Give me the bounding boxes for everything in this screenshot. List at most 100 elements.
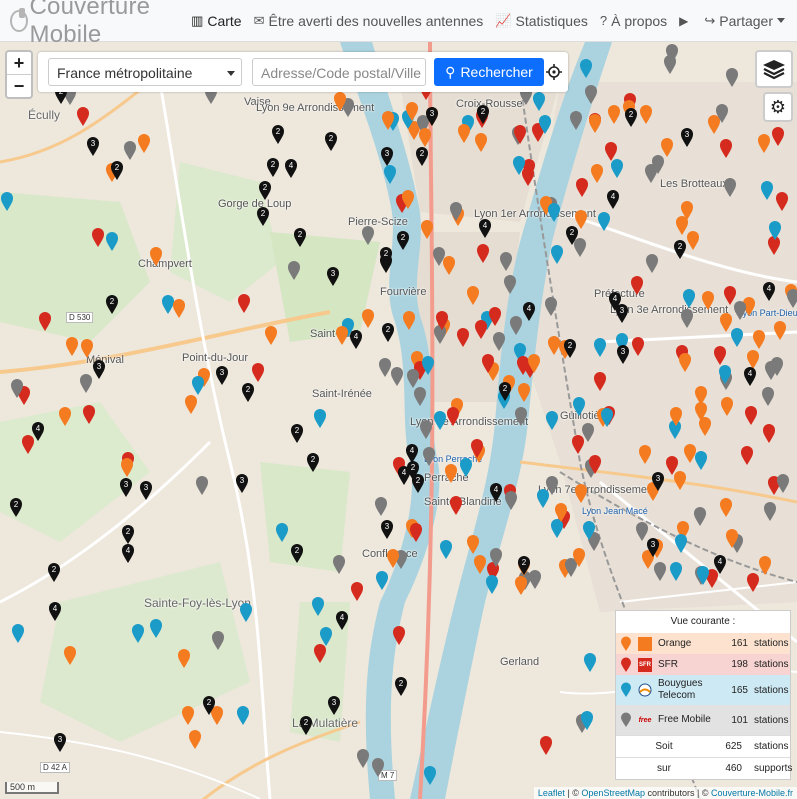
nav-about[interactable]: ? À propos [600, 13, 667, 29]
osm-link[interactable]: OpenStreetMap [581, 788, 645, 798]
antenna-marker[interactable] [763, 424, 775, 443]
antenna-marker[interactable] [410, 523, 422, 542]
marker-cluster[interactable]: 3 [327, 267, 339, 286]
marker-cluster[interactable]: 4 [744, 367, 756, 386]
antenna-marker[interactable] [475, 320, 487, 339]
antenna-marker[interactable] [423, 447, 435, 466]
legend-row-bouygues[interactable]: Bouygues Telecom 165 stations [616, 675, 790, 705]
marker-cluster[interactable]: 2 [257, 207, 269, 226]
antenna-marker[interactable] [726, 68, 738, 87]
antenna-marker[interactable] [211, 706, 223, 725]
nav-stats[interactable]: 📈 Statistiques [495, 13, 588, 29]
antenna-marker[interactable] [761, 181, 773, 200]
antenna-marker[interactable] [375, 497, 387, 516]
antenna-marker[interactable] [580, 59, 592, 78]
antenna-marker[interactable] [515, 576, 527, 595]
marker-cluster[interactable]: 3 [381, 147, 393, 166]
leaflet-link[interactable]: Leaflet [538, 788, 565, 798]
antenna-marker[interactable] [570, 111, 582, 130]
marker-cluster[interactable]: 4 [406, 444, 418, 463]
marker-cluster[interactable]: 3 [617, 345, 629, 364]
antenna-marker[interactable] [414, 387, 426, 406]
marker-cluster[interactable]: 3 [140, 481, 152, 500]
antenna-marker[interactable] [720, 498, 732, 517]
antenna-marker[interactable] [787, 289, 797, 308]
antenna-marker[interactable] [505, 491, 517, 510]
antenna-marker[interactable] [611, 159, 623, 178]
antenna-marker[interactable] [59, 407, 71, 426]
marker-cluster[interactable]: 2 [397, 231, 409, 250]
marker-cluster[interactable]: 2 [307, 453, 319, 472]
marker-cluster[interactable]: 2 [674, 240, 686, 259]
antenna-marker[interactable] [724, 178, 736, 197]
antenna-marker[interactable] [182, 706, 194, 725]
marker-cluster[interactable]: 2 [294, 228, 306, 247]
marker-cluster[interactable]: 2 [300, 716, 312, 735]
antenna-marker[interactable] [654, 562, 666, 581]
antenna-marker[interactable] [189, 730, 201, 749]
antenna-marker[interactable] [372, 758, 384, 777]
antenna-marker[interactable] [467, 286, 479, 305]
antenna-marker[interactable] [734, 301, 746, 320]
antenna-marker[interactable] [747, 573, 759, 592]
antenna-marker[interactable] [185, 395, 197, 414]
locate-button[interactable] [540, 58, 568, 86]
antenna-marker[interactable] [575, 484, 587, 503]
settings-button[interactable]: ⚙ [763, 92, 793, 122]
layers-button[interactable] [755, 50, 793, 88]
antenna-marker[interactable] [702, 291, 714, 310]
antenna-marker[interactable] [720, 313, 732, 332]
antenna-marker[interactable] [636, 522, 648, 541]
antenna-marker[interactable] [741, 446, 753, 465]
antenna-marker[interactable] [764, 502, 776, 521]
antenna-marker[interactable] [447, 407, 459, 426]
legend-row-sfr[interactable]: SFR SFR 198 stations [616, 654, 790, 675]
antenna-marker[interactable] [445, 464, 457, 483]
antenna-marker[interactable] [504, 275, 516, 294]
antenna-marker[interactable] [675, 534, 687, 553]
antenna-marker[interactable] [132, 624, 144, 643]
marker-cluster[interactable]: 4 [49, 602, 61, 621]
antenna-marker[interactable] [162, 295, 174, 314]
antenna-marker[interactable] [594, 372, 606, 391]
antenna-marker[interactable] [376, 571, 388, 590]
antenna-marker[interactable] [124, 141, 136, 160]
marker-cluster[interactable]: 2 [267, 158, 279, 177]
antenna-marker[interactable] [608, 105, 620, 124]
marker-cluster[interactable]: 4 [490, 483, 502, 502]
antenna-marker[interactable] [537, 489, 549, 508]
region-select[interactable]: France métropolitaine [48, 58, 242, 86]
antenna-marker[interactable] [683, 289, 695, 308]
antenna-marker[interactable] [500, 252, 512, 271]
antenna-marker[interactable] [731, 328, 743, 347]
antenna-marker[interactable] [457, 328, 469, 347]
marker-cluster[interactable]: 2 [10, 498, 22, 517]
marker-cluster[interactable]: 2 [106, 295, 118, 314]
zoom-in-button[interactable]: + [7, 52, 31, 74]
antenna-marker[interactable] [768, 236, 780, 255]
antenna-marker[interactable] [460, 458, 472, 477]
antenna-marker[interactable] [548, 203, 560, 222]
antenna-marker[interactable] [645, 164, 657, 183]
antenna-marker[interactable] [420, 420, 432, 439]
antenna-marker[interactable] [522, 167, 534, 186]
marker-cluster[interactable]: 2 [122, 525, 134, 544]
antenna-marker[interactable] [407, 369, 419, 388]
marker-cluster[interactable]: 2 [395, 677, 407, 696]
antenna-marker[interactable] [314, 644, 326, 663]
antenna-marker[interactable] [640, 105, 652, 124]
antenna-marker[interactable] [192, 376, 204, 395]
antenna-marker[interactable] [312, 597, 324, 616]
marker-cluster[interactable]: 3 [328, 696, 340, 715]
antenna-marker[interactable] [632, 337, 644, 356]
antenna-marker[interactable] [758, 134, 770, 153]
antenna-marker[interactable] [598, 212, 610, 231]
marker-cluster[interactable]: 2 [325, 132, 337, 151]
antenna-marker[interactable] [474, 555, 486, 574]
antenna-marker[interactable] [548, 336, 560, 355]
marker-cluster[interactable]: 2 [412, 474, 424, 493]
antenna-marker[interactable] [362, 226, 374, 245]
marker-cluster[interactable]: 2 [382, 323, 394, 342]
antenna-marker[interactable] [458, 124, 470, 143]
marker-cluster[interactable]: 4 [32, 422, 44, 441]
